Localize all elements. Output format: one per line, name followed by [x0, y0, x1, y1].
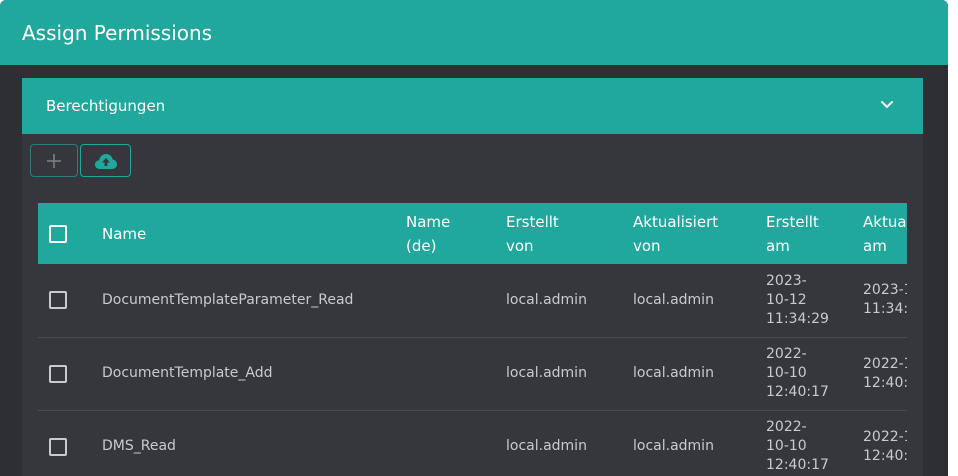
- row-updated-at: 2022-1 12:40:1: [863, 337, 907, 410]
- header-created-by-line2: von: [506, 236, 534, 255]
- row-created-by: local.admin: [506, 291, 587, 308]
- updated-at-line2: 11:34:2: [863, 301, 907, 318]
- header-created-at-line1: Erstellt: [766, 212, 819, 231]
- header-select-cell: [38, 203, 102, 264]
- header-updated-by-line1: Aktualisiert: [633, 212, 719, 231]
- dialog-header: Assign Permissions: [0, 0, 948, 65]
- table-row[interactable]: DocumentTemplateParameter_Read local.adm…: [38, 264, 907, 337]
- header-created-by[interactable]: Erstellt von: [506, 203, 633, 264]
- row-checkbox[interactable]: [49, 291, 67, 310]
- created-at-line3: 11:34:29: [766, 310, 829, 327]
- chevron-down-icon[interactable]: [879, 97, 895, 113]
- header-updated-at[interactable]: Aktua am: [863, 203, 907, 264]
- row-name: DocumentTemplate_Add: [102, 365, 273, 381]
- created-at-line1: 2023-: [766, 272, 807, 289]
- header-updated-at-line1: Aktua: [863, 212, 907, 231]
- header-created-at[interactable]: Erstellt am: [766, 203, 863, 264]
- row-created-by: local.admin: [506, 365, 587, 381]
- table-row[interactable]: DMS_Read local.admin local.admin 2022- 1…: [38, 410, 907, 476]
- row-select-cell: [38, 337, 102, 410]
- assign-permissions-dialog: Assign Permissions Berechtigungen Name N…: [0, 0, 948, 476]
- updated-at-line2: 12:40:1: [863, 374, 907, 391]
- add-button[interactable]: [30, 144, 78, 177]
- table-header-row: Name Name (de) Erstellt von Aktualisiert: [38, 203, 907, 264]
- updated-at-line1: 2022-1: [863, 428, 907, 445]
- permissions-panel-header[interactable]: Berechtigungen: [22, 78, 923, 134]
- row-name: DocumentTemplateParameter_Read: [102, 291, 354, 308]
- row-updated-at: 2023-1 11:34:2: [863, 264, 907, 337]
- created-at-line2: 10-10: [766, 438, 807, 454]
- select-all-checkbox[interactable]: [49, 224, 67, 243]
- header-updated-at-line2: am: [863, 236, 887, 255]
- created-at-line3: 12:40:17: [766, 457, 829, 473]
- row-name-de: [406, 264, 506, 337]
- plus-icon: [47, 153, 61, 168]
- row-name: DMS_Read: [102, 438, 176, 454]
- updated-at-line2: 12:40:1: [863, 447, 907, 464]
- header-name[interactable]: Name: [102, 203, 406, 264]
- created-at-line1: 2022-: [766, 346, 807, 362]
- permissions-table: Name Name (de) Erstellt von Aktualisiert: [38, 203, 907, 476]
- row-updated-at: 2022-1 12:40:1: [863, 410, 907, 476]
- row-created-at: 2022- 10-10 12:40:17: [766, 410, 863, 476]
- row-checkbox[interactable]: [49, 364, 67, 383]
- updated-at-line1: 2023-1: [863, 282, 907, 299]
- permissions-table-container[interactable]: Name Name (de) Erstellt von Aktualisiert: [38, 203, 907, 476]
- upload-button[interactable]: [80, 144, 131, 177]
- row-created-at: 2022- 10-10 12:40:17: [766, 337, 863, 410]
- row-checkbox[interactable]: [49, 437, 67, 456]
- created-at-line3: 12:40:17: [766, 384, 829, 400]
- permissions-panel-body: Name Name (de) Erstellt von Aktualisiert: [22, 134, 923, 476]
- row-name-de: [406, 337, 506, 410]
- header-name-de-line1: Name: [406, 212, 451, 231]
- header-created-by-line1: Erstellt: [506, 212, 559, 231]
- header-created-at-line2: am: [766, 236, 790, 255]
- row-updated-by: local.admin: [633, 365, 714, 381]
- row-created-by: local.admin: [506, 438, 587, 454]
- row-updated-by: local.admin: [633, 291, 714, 308]
- table-row[interactable]: DocumentTemplate_Add local.admin local.a…: [38, 337, 907, 410]
- updated-at-line1: 2022-1: [863, 355, 907, 372]
- header-name-label: Name: [102, 224, 147, 243]
- created-at-line1: 2022-: [766, 419, 807, 435]
- header-name-de[interactable]: Name (de): [406, 203, 506, 264]
- cloud-upload-icon: [94, 153, 117, 169]
- created-at-line2: 10-10: [766, 365, 807, 381]
- header-updated-by[interactable]: Aktualisiert von: [633, 203, 766, 264]
- header-name-de-line2: (de): [406, 236, 437, 255]
- row-name-de: [406, 410, 506, 476]
- dialog-title: Assign Permissions: [22, 21, 213, 45]
- row-select-cell: [38, 264, 102, 337]
- created-at-line2: 10-12: [766, 291, 807, 308]
- row-created-at: 2023- 10-12 11:34:29: [766, 264, 863, 337]
- header-updated-by-line2: von: [633, 236, 661, 255]
- row-select-cell: [38, 410, 102, 476]
- row-updated-by: local.admin: [633, 438, 714, 454]
- panel-title: Berechtigungen: [46, 97, 166, 115]
